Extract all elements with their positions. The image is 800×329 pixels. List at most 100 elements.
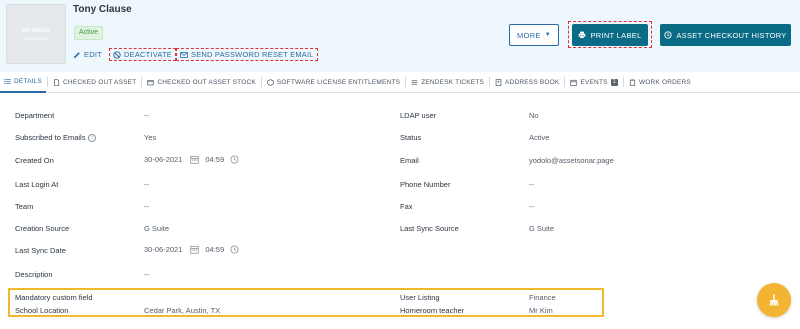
deactivate-link[interactable]: DEACTIVATE: [109, 48, 176, 61]
tab-label: CHECKED OUT ASSET STOCK: [157, 78, 256, 86]
field-label-school-location: School Location: [15, 306, 69, 315]
field-label-department: Department: [15, 111, 55, 120]
help-fab-button[interactable]: [757, 283, 791, 317]
field-label-subscribed: Subscribed to Emails i: [15, 133, 97, 143]
field-label-creation-source: Creation Source: [15, 224, 70, 233]
avatar-subtext: AVAILABLE: [24, 35, 48, 41]
tab-events[interactable]: EVENTS 1: [566, 72, 621, 93]
tab-divider: [564, 77, 566, 87]
field-value-description: --: [144, 270, 149, 279]
field-value-homeroom-teacher: Mr Kim: [529, 306, 553, 315]
field-value-status: Active: [529, 133, 550, 142]
field-value-last-sync-source: G Suite: [529, 224, 555, 233]
printer-icon: [579, 31, 586, 39]
profile-header: NO IMAGE AVAILABLE Tony Clause Active ED…: [0, 0, 800, 72]
field-label-email: Email: [400, 156, 419, 165]
calendar-icon: [190, 245, 200, 254]
avatar-placeholder: NO IMAGE AVAILABLE: [6, 4, 66, 64]
tab-divider: [622, 77, 624, 87]
print-label-button[interactable]: PRINT LABEL: [572, 24, 648, 46]
field-label-homeroom-teacher: Homeroom teacher: [400, 306, 465, 315]
reset-password-label: SEND PASSWORD RESET EMAIL: [191, 50, 314, 59]
field-value-subscribed: Yes: [144, 133, 157, 142]
edit-link[interactable]: EDIT: [73, 48, 102, 61]
ticket-icon: [411, 79, 418, 85]
field-label-status: Status: [400, 133, 422, 142]
field-value-last-login: --: [144, 180, 149, 189]
tab-address-book[interactable]: ADDRESS BOOK: [491, 72, 563, 93]
field-value-school-location: Cedar Park, Austin, TX: [144, 306, 221, 315]
field-label-fax: Fax: [400, 202, 413, 211]
tab-zendesk-tickets[interactable]: ZENDESK TICKETS: [407, 72, 488, 93]
history-icon: [664, 31, 673, 39]
print-label-text: PRINT LABEL: [590, 30, 642, 40]
tab-checked-out-asset-stock[interactable]: CHECKED OUT ASSET STOCK: [143, 72, 260, 93]
tab-label: EVENTS: [580, 78, 608, 86]
box-icon: [147, 79, 155, 85]
book-icon: [495, 78, 502, 86]
field-value-fax: --: [529, 202, 534, 211]
field-value-creation-source: G Suite: [144, 224, 170, 233]
tab-divider: [405, 77, 407, 87]
tab-divider: [260, 77, 262, 87]
calendar-icon: [570, 79, 578, 86]
broom-icon: [769, 294, 779, 306]
field-label-ldap-user: LDAP user: [400, 111, 437, 120]
clipboard-icon: [629, 78, 636, 86]
tab-label: DETAILS: [14, 77, 43, 85]
field-value-last-sync-date: 30-06-2021 04:59: [144, 245, 239, 254]
field-label-last-sync-date: Last Sync Date: [15, 246, 66, 255]
more-button[interactable]: MORE ▼: [509, 24, 559, 46]
tab-label: SOFTWARE LICENSE ENTITLEMENTS: [276, 78, 401, 86]
edit-label: EDIT: [84, 50, 102, 59]
custom-fields-highlight: [8, 288, 604, 317]
field-label-mandatory-custom: Mandatory custom field: [15, 293, 93, 302]
asset-checkout-history-button[interactable]: ASSET CHECKOUT HISTORY: [660, 24, 791, 46]
more-label: MORE: [517, 30, 541, 40]
deactivate-label: DEACTIVATE: [124, 50, 172, 59]
sync-time: 04:59: [205, 245, 225, 254]
tab-work-orders[interactable]: WORK ORDERS: [625, 72, 695, 93]
status-badge: Active: [74, 26, 104, 40]
field-label-last-login: Last Login At: [15, 180, 59, 189]
field-value-phone: --: [529, 180, 534, 189]
tab-label: ADDRESS BOOK: [505, 78, 560, 86]
sync-date: 30-06-2021: [144, 245, 183, 254]
field-value-department: --: [144, 111, 149, 120]
field-label-last-sync-source: Last Sync Source: [400, 224, 459, 233]
tab-label: ZENDESK TICKETS: [421, 78, 485, 86]
calendar-icon: [190, 155, 200, 164]
tab-label: CHECKED OUT ASSET: [63, 78, 137, 86]
field-label-phone: Phone Number: [400, 180, 451, 189]
tab-checked-out-asset[interactable]: CHECKED OUT ASSET: [49, 72, 140, 93]
field-value-ldap-user: No: [529, 111, 539, 120]
list-icon: [4, 78, 11, 84]
send-password-reset-link[interactable]: SEND PASSWORD RESET EMAIL: [176, 48, 318, 61]
field-value-team: --: [144, 202, 149, 211]
field-value-user-listing: Finance: [529, 293, 556, 302]
pencil-icon: [73, 51, 80, 58]
created-time: 04:59: [205, 155, 225, 164]
file-icon: [54, 78, 60, 86]
envelope-icon: [180, 51, 188, 58]
caret-down-icon: ▼: [544, 32, 551, 38]
events-count-badge: 1: [610, 78, 618, 86]
tab-software-license-entitlements[interactable]: SOFTWARE LICENSE ENTITLEMENTS: [263, 72, 404, 93]
field-label-created-on: Created On: [15, 156, 54, 165]
tab-divider: [47, 77, 49, 87]
tab-details[interactable]: DETAILS: [0, 72, 47, 93]
field-value-created-on: 30-06-2021 04:59: [144, 155, 239, 164]
checkout-history-label: ASSET CHECKOUT HISTORY: [676, 30, 787, 40]
ban-icon: [113, 50, 121, 59]
field-label-user-listing: User Listing: [400, 293, 440, 302]
clock-icon: [230, 155, 239, 164]
cube-icon: [267, 78, 274, 86]
tab-divider: [141, 77, 143, 87]
user-name: Tony Clause: [73, 4, 132, 15]
info-icon[interactable]: i: [88, 134, 97, 143]
avatar-text: NO IMAGE: [22, 27, 50, 34]
tab-divider: [489, 77, 491, 87]
field-value-email[interactable]: yodolo@assetsonar.page: [529, 156, 614, 165]
subscribed-label-text: Subscribed to Emails: [15, 133, 86, 142]
tab-bar: DETAILS CHECKED OUT ASSET CHECKED OUT AS…: [0, 72, 800, 93]
